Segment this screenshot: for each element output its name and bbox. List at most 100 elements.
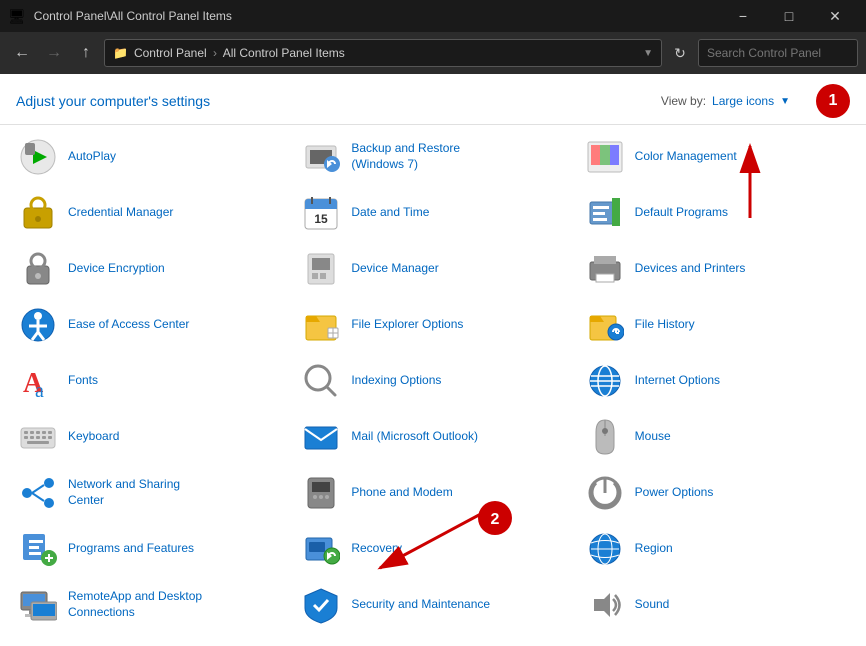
search-input[interactable]	[707, 46, 862, 60]
fonts-label: Fonts	[68, 373, 98, 389]
security-maint-icon	[301, 585, 341, 625]
control-panel-item-sound[interactable]: Sound	[575, 577, 858, 633]
control-panel-item-backup-restore[interactable]: Backup and Restore (Windows 7)	[291, 129, 574, 185]
sound-label: Sound	[635, 597, 670, 613]
file-history-icon	[585, 305, 625, 345]
credential-icon	[18, 193, 58, 233]
control-panel-item-recovery[interactable]: Recovery	[291, 521, 574, 577]
phone-modem-icon	[301, 473, 341, 513]
file-explorer-icon	[301, 305, 341, 345]
address-input[interactable]: 📁 Control Panel › All Control Panel Item…	[104, 39, 662, 67]
color-mgmt-label: Color Management	[635, 149, 737, 165]
file-history-label: File History	[635, 317, 695, 333]
indexing-label: Indexing Options	[351, 373, 441, 389]
svg-text:15: 15	[315, 212, 329, 226]
control-panel-item-file-history[interactable]: File History	[575, 297, 858, 353]
mail-label: Mail (Microsoft Outlook)	[351, 429, 478, 445]
autoplay-icon	[18, 137, 58, 177]
items-grid: AutoPlay Backup and Restore (Windows 7) Co…	[0, 125, 866, 646]
control-panel-item-autoplay[interactable]: AutoPlay	[8, 129, 291, 185]
region-icon	[585, 529, 625, 569]
control-panel-item-device-mgr[interactable]: Device Manager	[291, 241, 574, 297]
mouse-icon	[585, 417, 625, 457]
control-panel-item-mouse[interactable]: Mouse	[575, 409, 858, 465]
forward-button[interactable]: →	[40, 39, 68, 67]
view-by-dropdown-icon[interactable]: ▼	[780, 96, 790, 107]
device-enc-icon	[18, 249, 58, 289]
fonts-icon: Aa	[18, 361, 58, 401]
maximize-button[interactable]: □	[766, 0, 812, 32]
annotation-bubble-1: 1	[816, 84, 850, 118]
page-title: Adjust your computer's settings	[16, 93, 210, 109]
remoteapp-icon	[18, 585, 58, 625]
power-opts-icon	[585, 473, 625, 513]
view-by-label: View by:	[661, 94, 706, 108]
view-by-value[interactable]: Large icons	[712, 94, 774, 108]
device-mgr-label: Device Manager	[351, 261, 438, 277]
recovery-label: Recovery	[351, 541, 402, 557]
sound-icon	[585, 585, 625, 625]
control-panel-item-credential[interactable]: Credential Manager	[8, 185, 291, 241]
power-opts-label: Power Options	[635, 485, 714, 501]
control-panel-item-security-maint[interactable]: Security and Maintenance	[291, 577, 574, 633]
control-panel-item-ease-access[interactable]: Ease of Access Center	[8, 297, 291, 353]
recovery-icon	[301, 529, 341, 569]
control-panel-item-keyboard[interactable]: Keyboard	[8, 409, 291, 465]
region-label: Region	[635, 541, 673, 557]
control-panel-item-color-mgmt[interactable]: Color Management	[575, 129, 858, 185]
address-bar: ← → ↑ 📁 Control Panel › All Control Pane…	[0, 32, 866, 74]
remoteapp-label: RemoteApp and Desktop Connections	[68, 589, 202, 620]
app-icon: 🖥	[8, 8, 26, 25]
default-prog-label: Default Programs	[635, 205, 728, 221]
color-mgmt-icon	[585, 137, 625, 177]
content-header: Adjust your computer's settings View by:…	[0, 74, 866, 125]
control-panel-item-programs-feat[interactable]: Programs and Features	[8, 521, 291, 577]
autoplay-label: AutoPlay	[68, 149, 116, 165]
control-panel-item-devices-printers[interactable]: Devices and Printers	[575, 241, 858, 297]
window-controls: − □ ✕	[720, 0, 858, 32]
control-panel-item-fonts[interactable]: Aa Fonts	[8, 353, 291, 409]
keyboard-label: Keyboard	[68, 429, 119, 445]
control-panel-item-device-enc[interactable]: Device Encryption	[8, 241, 291, 297]
window-title: Control Panel\All Control Panel Items	[34, 9, 712, 23]
control-panel-item-indexing[interactable]: Indexing Options	[291, 353, 574, 409]
back-button[interactable]: ←	[8, 39, 36, 67]
up-button[interactable]: ↑	[72, 39, 100, 67]
main-area: Adjust your computer's settings View by:…	[0, 74, 866, 646]
device-enc-label: Device Encryption	[68, 261, 165, 277]
mail-icon	[301, 417, 341, 457]
address-dropdown-icon[interactable]: ▼	[643, 48, 653, 59]
control-panel-item-mail[interactable]: Mail (Microsoft Outlook)	[291, 409, 574, 465]
default-prog-icon	[585, 193, 625, 233]
storage-spaces-icon	[18, 641, 58, 646]
network-sharing-icon	[18, 473, 58, 513]
ease-access-label: Ease of Access Center	[68, 317, 189, 333]
keyboard-icon	[18, 417, 58, 457]
control-panel-item-file-explorer[interactable]: File Explorer Options	[291, 297, 574, 353]
control-panel-item-internet-opts[interactable]: Internet Options	[575, 353, 858, 409]
breadcrumb: Control Panel › All Control Panel Items	[134, 46, 345, 60]
control-panel-item-date-time[interactable]: 15Date and Time	[291, 185, 574, 241]
control-panel-item-phone-modem[interactable]: Phone and Modem	[291, 465, 574, 521]
breadcrumb-part-1[interactable]: Control Panel	[134, 46, 207, 60]
svg-text:a: a	[35, 380, 44, 400]
minimize-button[interactable]: −	[720, 0, 766, 32]
control-panel-item-power-opts[interactable]: Power Options	[575, 465, 858, 521]
device-mgr-icon	[301, 249, 341, 289]
control-panel-item-storage-spaces[interactable]: Storage Spaces	[8, 633, 291, 646]
devices-printers-icon	[585, 249, 625, 289]
internet-opts-label: Internet Options	[635, 373, 720, 389]
control-panel-item-remoteapp[interactable]: RemoteApp and Desktop Connections	[8, 577, 291, 633]
security-maint-label: Security and Maintenance	[351, 597, 490, 613]
search-wrap: 🔍	[698, 39, 858, 67]
refresh-button[interactable]: ↻	[666, 39, 694, 67]
control-panel-item-default-prog[interactable]: Default Programs	[575, 185, 858, 241]
breadcrumb-part-2[interactable]: All Control Panel Items	[223, 46, 345, 60]
devices-printers-label: Devices and Printers	[635, 261, 746, 277]
control-panel-item-network-sharing[interactable]: Network and Sharing Center	[8, 465, 291, 521]
close-button[interactable]: ✕	[812, 0, 858, 32]
network-sharing-label: Network and Sharing Center	[68, 477, 180, 508]
control-panel-item-region[interactable]: Region	[575, 521, 858, 577]
backup-restore-label: Backup and Restore (Windows 7)	[351, 141, 460, 172]
backup-restore-icon	[301, 137, 341, 177]
